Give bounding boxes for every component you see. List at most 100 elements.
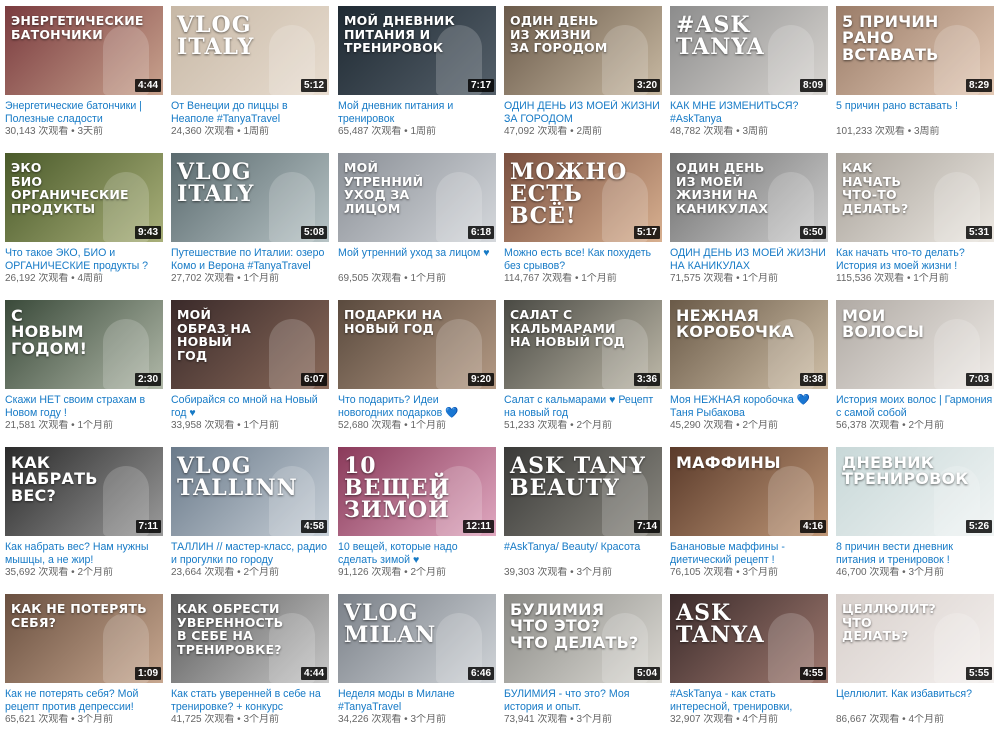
video-title-link[interactable]: Неделя моды в Милане #TanyaTravel bbox=[338, 688, 496, 714]
video-thumbnail[interactable]: ASK TANY beauty 7:14 bbox=[504, 447, 662, 536]
video-thumbnail[interactable]: 10 ВЕЩЕЙ ЗИМОЙ 12:11 bbox=[338, 447, 496, 536]
video-thumbnail[interactable]: VLOG MILAN 6:46 bbox=[338, 594, 496, 683]
video-title-link[interactable]: Энергетические батончики | Полезные слад… bbox=[5, 100, 163, 126]
video-card[interactable]: С НОВЫМ ГОДОМ! 2:30 Скажи НЕТ своим стра… bbox=[5, 300, 163, 440]
video-title-link[interactable]: #AskTanya/ Beauty/ Красота bbox=[504, 541, 662, 567]
video-thumbnail[interactable]: ПОДАРКИ НА НОВЫЙ ГОД 9:20 bbox=[338, 300, 496, 389]
video-card[interactable]: ASK TANY beauty 7:14 #AskTanya/ Beauty/ … bbox=[504, 447, 662, 587]
video-card[interactable]: 10 ВЕЩЕЙ ЗИМОЙ 12:11 10 вещей, которые н… bbox=[338, 447, 496, 587]
video-title-link[interactable]: 5 причин рано вставать ! bbox=[836, 100, 994, 126]
video-card[interactable]: МОЙ УТРЕННИЙ УХОД ЗА ЛИЦОМ 6:18 Мой утре… bbox=[338, 153, 496, 293]
video-title-link[interactable]: Целлюлит. Как избавиться? bbox=[836, 688, 994, 714]
video-card[interactable]: ДНЕВНИК ТРЕНИРОВОК 5:26 8 причин вести д… bbox=[836, 447, 994, 587]
video-card[interactable]: МОЙ ДНЕВНИК ПИТАНИЯ И ТРЕНИРОВОК 7:17 Мо… bbox=[338, 6, 496, 146]
upload-age: 1个月前 bbox=[581, 273, 617, 284]
video-title-link[interactable]: Банановые маффины - диетический рецепт ! bbox=[670, 541, 828, 567]
video-card[interactable]: ЭКО БИО ОРГАНИЧЕСКИЕ ПРОДУКТЫ 9:43 Что т… bbox=[5, 153, 163, 293]
video-thumbnail[interactable]: С НОВЫМ ГОДОМ! 2:30 bbox=[5, 300, 163, 389]
video-thumbnail[interactable]: КАК НЕ ПОТЕРЯТЬ СЕБЯ? 1:09 bbox=[5, 594, 163, 683]
video-title-link[interactable]: ОДИН ДЕНЬ ИЗ МОЕЙ ЖИЗНИ ЗА ГОРОДОМ bbox=[504, 100, 662, 126]
video-title-link[interactable]: БУЛИМИЯ - что это? Моя история и опыт. bbox=[504, 688, 662, 714]
video-thumbnail[interactable]: МОЖНО ЕСТЬ ВСЁ! 5:17 bbox=[504, 153, 662, 242]
video-card[interactable]: БУЛИМИЯ ЧТО ЭТО? ЧТО ДЕЛАТЬ? 5:04 БУЛИМИ… bbox=[504, 594, 662, 734]
video-title-link[interactable]: 10 вещей, которые надо сделать зимой ♥ bbox=[338, 541, 496, 567]
video-card[interactable]: VLOG ITALY 5:08 Путешествие по Италии: о… bbox=[171, 153, 329, 293]
video-card[interactable]: ASK TANYA 4:55 #AskTanya - как стать инт… bbox=[670, 594, 828, 734]
video-title-link[interactable]: Как стать уверенней в себе на тренировке… bbox=[171, 688, 329, 714]
video-thumbnail[interactable]: БУЛИМИЯ ЧТО ЭТО? ЧТО ДЕЛАТЬ? 5:04 bbox=[504, 594, 662, 683]
video-title-link[interactable]: #AskTanya - как стать интересной, тренир… bbox=[670, 688, 828, 714]
video-card[interactable]: маффины 4:16 Банановые маффины - диетиче… bbox=[670, 447, 828, 587]
video-title-link[interactable]: Как набрать вес? Нам нужны мышцы, а не ж… bbox=[5, 541, 163, 567]
thumbnail-overlay-text: 5 ПРИЧИН РАНО ВСТАВАТЬ bbox=[842, 12, 939, 64]
video-thumbnail[interactable]: ОДИН ДЕНЬ ИЗ МОЕЙ ЖИЗНИ НА КАНИКУЛАХ 6:5… bbox=[670, 153, 828, 242]
video-card[interactable]: 5 ПРИЧИН РАНО ВСТАВАТЬ 8:29 5 причин ран… bbox=[836, 6, 994, 146]
video-card[interactable]: ПОДАРКИ НА НОВЫЙ ГОД 9:20 Что подарить? … bbox=[338, 300, 496, 440]
video-thumbnail[interactable]: ASK TANYA 4:55 bbox=[670, 594, 828, 683]
video-thumbnail[interactable]: 5 ПРИЧИН РАНО ВСТАВАТЬ 8:29 bbox=[836, 6, 994, 95]
video-card[interactable]: КАК НАЧАТЬ ЧТО-ТО ДЕЛАТЬ? 5:31 Как начат… bbox=[836, 153, 994, 293]
video-card[interactable]: КАК ОБРЕСТИ УВЕРЕННОСТЬ В СЕБЕ НА ТРЕНИР… bbox=[171, 594, 329, 734]
video-thumbnail[interactable]: ЦЕЛЛЮЛИТ? ЧТО ДЕЛАТЬ? 5:55 bbox=[836, 594, 994, 683]
video-title-link[interactable]: Мой дневник питания и тренировок bbox=[338, 100, 496, 126]
video-title-link[interactable]: ОДИН ДЕНЬ ИЗ МОЕЙ ЖИЗНИ НА КАНИКУЛАХ bbox=[670, 247, 828, 273]
video-thumbnail[interactable]: ОДИН ДЕНЬ ИЗ ЖИЗНИ ЗА ГОРОДОМ 3:20 bbox=[504, 6, 662, 95]
video-thumbnail[interactable]: МОЙ УТРЕННИЙ УХОД ЗА ЛИЦОМ 6:18 bbox=[338, 153, 496, 242]
video-card[interactable]: МОЙ ОБРАЗ НА НОВЫЙ ГОД 6:07 Собирайся со… bbox=[171, 300, 329, 440]
video-thumbnail[interactable]: VLOG TALLINN 4:58 bbox=[171, 447, 329, 536]
video-thumbnail[interactable]: #ASK TANYA 8:09 bbox=[670, 6, 828, 95]
video-card[interactable]: VLOG MILAN 6:46 Неделя моды в Милане #Ta… bbox=[338, 594, 496, 734]
video-card[interactable]: #ASK TANYA 8:09 КАК МНЕ ИЗМЕНИТЬСЯ? #Ask… bbox=[670, 6, 828, 146]
video-title-link[interactable]: Мой утренний уход за лицом ♥ bbox=[338, 247, 496, 273]
video-thumbnail[interactable]: МОИ ВОЛОСЫ 7:03 bbox=[836, 300, 994, 389]
video-title-link[interactable]: Путешествие по Италии: озеро Комо и Веро… bbox=[171, 247, 329, 273]
video-thumbnail[interactable]: КАК ОБРЕСТИ УВЕРЕННОСТЬ В СЕБЕ НА ТРЕНИР… bbox=[171, 594, 329, 683]
video-thumbnail[interactable]: ЭКО БИО ОРГАНИЧЕСКИЕ ПРОДУКТЫ 9:43 bbox=[5, 153, 163, 242]
video-thumbnail[interactable]: VLOG ITALY 5:12 bbox=[171, 6, 329, 95]
video-thumbnail[interactable]: КАК НАЧАТЬ ЧТО-ТО ДЕЛАТЬ? 5:31 bbox=[836, 153, 994, 242]
video-meta: 24,360 次观看 • 1周前 bbox=[171, 126, 329, 138]
video-thumbnail[interactable]: КАК НАБРАТЬ ВЕС? 7:11 bbox=[5, 447, 163, 536]
video-card[interactable]: МОЖНО ЕСТЬ ВСЁ! 5:17 Можно есть все! Как… bbox=[504, 153, 662, 293]
video-title-link[interactable]: Можно есть все! Как похудеть без срывов? bbox=[504, 247, 662, 273]
video-title-link[interactable]: Скажи НЕТ своим страхам в Новом году ! bbox=[5, 394, 163, 420]
video-thumbnail[interactable]: ДНЕВНИК ТРЕНИРОВОК 5:26 bbox=[836, 447, 994, 536]
video-card[interactable]: VLOG ITALY 5:12 От Венеции до пиццы в Не… bbox=[171, 6, 329, 146]
thumbnail-overlay-text: ЭКО БИО ОРГАНИЧЕСКИЕ ПРОДУКТЫ bbox=[11, 160, 129, 216]
video-card[interactable]: ЦЕЛЛЮЛИТ? ЧТО ДЕЛАТЬ? 5:55 Целлюлит. Как… bbox=[836, 594, 994, 734]
video-duration: 5:31 bbox=[965, 226, 992, 239]
video-title-link[interactable]: КАК МНЕ ИЗМЕНИТЬСЯ? #AskTanya bbox=[670, 100, 828, 126]
video-card[interactable]: ЭНЕРГЕТИЧЕСКИЕ БАТОНЧИКИ 4:44 Энергетиче… bbox=[5, 6, 163, 146]
video-title-link[interactable]: История моих волос | Гармония с самой со… bbox=[836, 394, 994, 420]
video-title-link[interactable]: 8 причин вести дневник питания и трениро… bbox=[836, 541, 994, 567]
video-title-link[interactable]: ТАЛЛИН // мастер-класс, радио и прогулки… bbox=[171, 541, 329, 567]
video-title-link[interactable]: Что такое ЭКО, БИО и ОРГАНИЧЕСКИЕ продук… bbox=[5, 247, 163, 273]
video-card[interactable]: НЕЖНАЯ КОРОБОЧКА 8:38 Моя НЕЖНАЯ коробоч… bbox=[670, 300, 828, 440]
video-card[interactable]: КАК НЕ ПОТЕРЯТЬ СЕБЯ? 1:09 Как не потеря… bbox=[5, 594, 163, 734]
video-title-link[interactable]: Салат с кальмарами ♥ Рецепт на новый год bbox=[504, 394, 662, 420]
video-title-link[interactable]: Моя НЕЖНАЯ коробочка 💙 Таня Рыбакова bbox=[670, 394, 828, 420]
view-count: 27,702 次观看 bbox=[171, 273, 235, 284]
video-title-link[interactable]: Что подарить? Идеи новогодних подарков 💙 bbox=[338, 394, 496, 420]
video-thumbnail[interactable]: маффины 4:16 bbox=[670, 447, 828, 536]
video-card[interactable]: VLOG TALLINN 4:58 ТАЛЛИН // мастер-класс… bbox=[171, 447, 329, 587]
video-card[interactable]: КАК НАБРАТЬ ВЕС? 7:11 Как набрать вес? Н… bbox=[5, 447, 163, 587]
upload-age: 3天前 bbox=[77, 126, 103, 137]
video-card[interactable]: ОДИН ДЕНЬ ИЗ МОЕЙ ЖИЗНИ НА КАНИКУЛАХ 6:5… bbox=[670, 153, 828, 293]
video-card[interactable]: САЛАТ С КАЛЬМАРАМИ НА НОВЫЙ ГОД 3:36 Сал… bbox=[504, 300, 662, 440]
video-title-link[interactable]: Собирайся со мной на Новый год ♥ bbox=[171, 394, 329, 420]
video-thumbnail[interactable]: ЭНЕРГЕТИЧЕСКИЕ БАТОНЧИКИ 4:44 bbox=[5, 6, 163, 95]
video-duration: 7:11 bbox=[135, 520, 161, 533]
video-thumbnail[interactable]: НЕЖНАЯ КОРОБОЧКА 8:38 bbox=[670, 300, 828, 389]
video-thumbnail[interactable]: МОЙ ДНЕВНИК ПИТАНИЯ И ТРЕНИРОВОК 7:17 bbox=[338, 6, 496, 95]
video-title-link[interactable]: От Венеции до пиццы в Неаполе #TanyaTrav… bbox=[171, 100, 329, 126]
video-title-link[interactable]: Как не потерять себя? Мой рецепт против … bbox=[5, 688, 163, 714]
video-thumbnail[interactable]: САЛАТ С КАЛЬМАРАМИ НА НОВЫЙ ГОД 3:36 bbox=[504, 300, 662, 389]
video-meta: 115,536 次观看 • 1个月前 bbox=[836, 273, 994, 285]
video-thumbnail[interactable]: МОЙ ОБРАЗ НА НОВЫЙ ГОД 6:07 bbox=[171, 300, 329, 389]
video-card[interactable]: МОИ ВОЛОСЫ 7:03 История моих волос | Гар… bbox=[836, 300, 994, 440]
video-meta: 21,581 次观看 • 1个月前 bbox=[5, 420, 163, 432]
video-thumbnail[interactable]: VLOG ITALY 5:08 bbox=[171, 153, 329, 242]
video-card[interactable]: ОДИН ДЕНЬ ИЗ ЖИЗНИ ЗА ГОРОДОМ 3:20 ОДИН … bbox=[504, 6, 662, 146]
video-title-link[interactable]: Как начать что-то делать? История из мое… bbox=[836, 247, 994, 273]
